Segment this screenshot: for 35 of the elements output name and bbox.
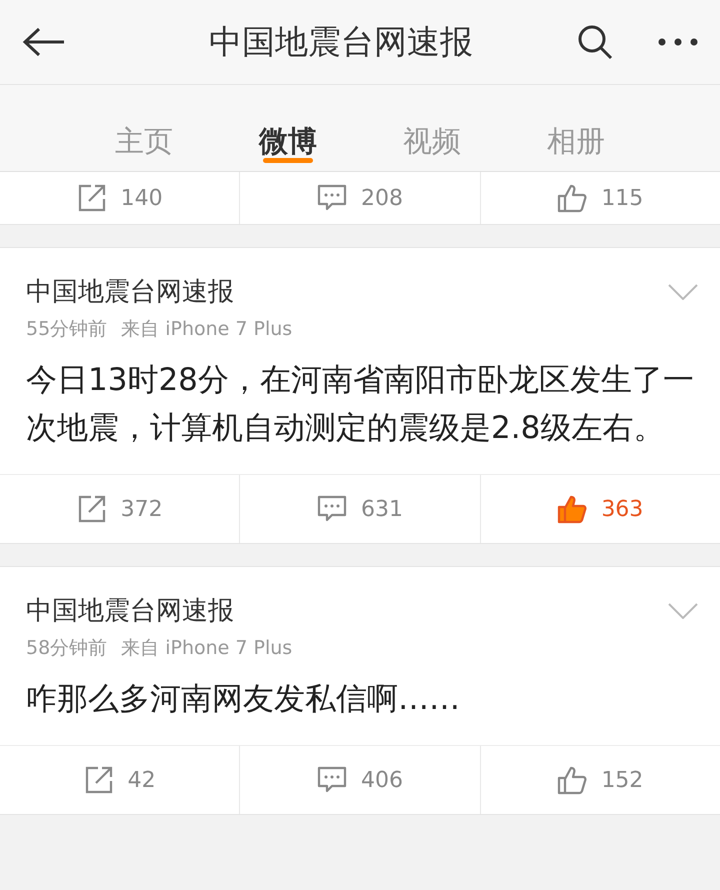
post-time: 55分钟前 xyxy=(26,317,108,342)
tab[interactable]: 视频 xyxy=(360,85,504,171)
author-name[interactable]: 中国地震台网速报 xyxy=(26,595,694,627)
comment-icon xyxy=(316,495,347,523)
repost-button[interactable]: 140 xyxy=(76,183,163,213)
tab[interactable]: 主页 xyxy=(72,85,216,171)
repost-icon xyxy=(84,765,114,795)
search-icon[interactable] xyxy=(576,23,614,61)
like-button[interactable]: 115 xyxy=(557,183,644,213)
author-name[interactable]: 中国地震台网速报 xyxy=(26,276,694,308)
repost-button[interactable]: 42 xyxy=(84,765,156,795)
comment-button[interactable]: 631 xyxy=(316,495,403,523)
tab-indicator xyxy=(263,158,313,163)
back-icon[interactable] xyxy=(22,27,66,57)
repost-icon xyxy=(76,183,107,213)
repost-icon xyxy=(76,494,107,524)
comment-icon xyxy=(316,766,347,794)
more-icon[interactable] xyxy=(658,38,698,46)
post-source: 来自 iPhone 7 Plus xyxy=(121,636,292,661)
thumbs-up-icon xyxy=(557,183,588,213)
like-button[interactable]: 363 xyxy=(557,494,644,524)
post-source: 来自 iPhone 7 Plus xyxy=(121,317,292,342)
comment-button[interactable]: 208 xyxy=(316,184,403,212)
post-time: 58分钟前 xyxy=(26,636,108,661)
comment-icon xyxy=(316,184,347,212)
comment-button[interactable]: 406 xyxy=(316,766,403,794)
post-text: 今日13时28分，在河南省南阳市卧龙区发生了一次地震，计算机自动测定的震级是2.8级左右。 xyxy=(26,361,694,448)
page-title: 中国地震台网速报 xyxy=(208,20,474,62)
repost-button[interactable]: 372 xyxy=(76,494,163,524)
like-button[interactable]: 152 xyxy=(557,765,644,795)
thumbs-up-icon xyxy=(557,765,588,795)
tab[interactable]: 相册 xyxy=(504,85,648,171)
thumbs-up-icon xyxy=(557,494,588,524)
tab[interactable]: 微博 xyxy=(216,85,360,171)
post-text: 咋那么多河南网友发私信啊…… xyxy=(26,680,461,719)
